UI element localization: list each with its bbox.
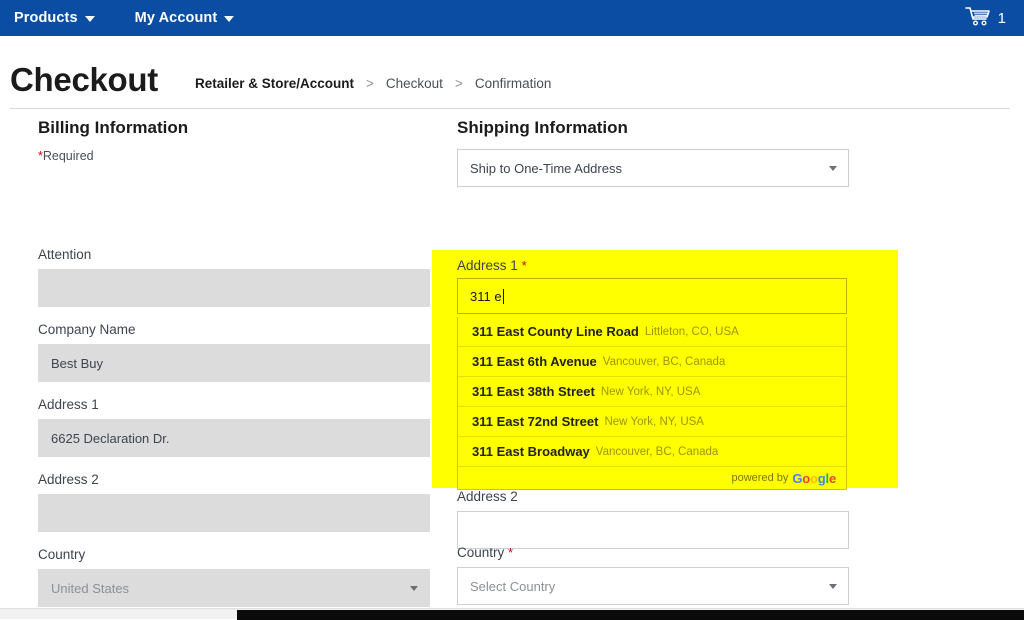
shipping-address-2-input[interactable] (457, 511, 849, 549)
suggestion-sub-text: Vancouver, BC, Canada (603, 356, 726, 368)
shipping-information-panel: Shipping Information Ship to One-Time Ad… (457, 118, 849, 149)
google-logo-letter: g (818, 471, 826, 486)
suggestion-sub-text: Littleton, CO, USA (645, 326, 739, 338)
cart-item-count: 1 (998, 11, 1006, 26)
shipping-country-label-text: Country (457, 545, 504, 560)
required-asterisk: * (522, 258, 527, 273)
suggestion-main-text: 311 East 6th Avenue (472, 354, 597, 369)
suggestion-main-text: 311 East 72nd Street (472, 414, 598, 429)
shipping-address-1-label: Address 1 * (457, 258, 527, 273)
suggestion-main-text: 311 East 38th Street (472, 384, 595, 399)
shipping-address-2-label: Address 2 (457, 489, 849, 505)
google-logo-letter: G (792, 471, 802, 486)
list-item[interactable]: 311 East Broadway Vancouver, BC, Canada (458, 437, 846, 467)
suggestion-sub-text: New York, NY, USA (604, 416, 704, 428)
google-logo-letter: e (829, 471, 836, 486)
google-logo-letter: o (802, 471, 810, 486)
google-logo: Google (792, 471, 836, 486)
billing-country-select[interactable]: United States (38, 569, 430, 607)
shipping-address-1-input[interactable]: 311 e (457, 278, 847, 314)
nav-item-products[interactable]: Products (8, 10, 101, 26)
billing-company-name-label: Company Name (38, 322, 430, 338)
header-divider (10, 108, 1010, 109)
breadcrumb-separator: > (455, 76, 463, 91)
billing-company-name-input[interactable]: Best Buy (38, 344, 430, 382)
nav-item-label: Products (14, 10, 78, 26)
nav-item-my-account[interactable]: My Account (129, 10, 241, 26)
shipping-field-country: Country * Select Country (457, 545, 849, 605)
list-item[interactable]: 311 East 72nd Street New York, NY, USA (458, 407, 846, 437)
chevron-down-icon (224, 16, 234, 22)
google-logo-letter: o (810, 471, 818, 486)
ship-to-address-value: Ship to One-Time Address (470, 161, 622, 176)
list-item[interactable]: 311 East 6th Avenue Vancouver, BC, Canad… (458, 347, 846, 377)
shopping-cart-icon (965, 6, 991, 30)
billing-field-company-name: Company Name Best Buy (38, 322, 430, 382)
required-note-label: Required (43, 149, 94, 163)
chevron-down-icon (829, 166, 837, 171)
page-header: Checkout Retailer & Store/Account > Chec… (0, 36, 1024, 110)
list-item[interactable]: 311 East 38th Street New York, NY, USA (458, 377, 846, 407)
billing-address-2-label: Address 2 (38, 472, 430, 488)
billing-information-panel: Billing Information *Required Attention … (38, 118, 430, 163)
cart-button[interactable]: 1 (965, 6, 1006, 30)
list-item[interactable]: 311 East County Line Road Littleton, CO,… (458, 317, 846, 347)
shipping-section-title: Shipping Information (457, 118, 849, 138)
ship-to-address-select[interactable]: Ship to One-Time Address (457, 149, 849, 187)
annotation-highlight: Address 1 * 311 e 311 East County Line R… (432, 250, 898, 488)
billing-field-attention: Attention (38, 247, 430, 307)
page-title: Checkout (10, 63, 158, 110)
breadcrumb-item-confirmation[interactable]: Confirmation (475, 76, 552, 91)
address-autocomplete-dropdown: 311 East County Line Road Littleton, CO,… (457, 317, 847, 490)
billing-address-2-input[interactable] (38, 494, 430, 532)
shipping-country-value: Select Country (470, 579, 555, 594)
horizontal-scrollbar[interactable] (0, 608, 1024, 619)
chevron-down-icon (829, 584, 837, 589)
billing-address-1-label: Address 1 (38, 397, 430, 413)
top-navbar: Products My Account 1 (0, 0, 1024, 36)
billing-section-title: Billing Information (38, 118, 430, 138)
suggestion-sub-text: Vancouver, BC, Canada (596, 446, 719, 458)
billing-attention-label: Attention (38, 247, 430, 263)
suggestion-main-text: 311 East County Line Road (472, 324, 639, 339)
billing-field-country: Country United States (38, 547, 430, 607)
billing-country-value: United States (51, 581, 129, 596)
powered-by-google-footer: powered by Google (458, 467, 846, 489)
shipping-address-1-value: 311 e (470, 289, 502, 304)
required-asterisk: * (508, 545, 513, 560)
billing-address-1-input[interactable]: 6625 Declaration Dr. (38, 419, 430, 457)
nav-item-label: My Account (135, 10, 218, 26)
shipping-mode-field: Ship to One-Time Address (457, 149, 849, 187)
suggestion-sub-text: New York, NY, USA (601, 386, 701, 398)
breadcrumb-separator: > (366, 76, 374, 91)
shipping-country-select[interactable]: Select Country (457, 567, 849, 605)
chevron-down-icon (85, 16, 95, 22)
billing-country-label: Country (38, 547, 430, 563)
billing-required-note: *Required (38, 149, 430, 163)
billing-field-address-2: Address 2 (38, 472, 430, 532)
breadcrumb-item-retailer-store-account[interactable]: Retailer & Store/Account (195, 76, 354, 91)
breadcrumb-item-checkout[interactable]: Checkout (386, 76, 443, 91)
chevron-down-icon (410, 586, 418, 591)
billing-attention-input[interactable] (38, 269, 430, 307)
text-cursor (503, 289, 504, 304)
suggestion-main-text: 311 East Broadway (472, 444, 590, 459)
breadcrumb: Retailer & Store/Account > Checkout > Co… (195, 76, 551, 110)
shipping-field-address-2: Address 2 (457, 489, 849, 549)
shipping-address-1-label-text: Address 1 (457, 258, 518, 273)
billing-field-address-1: Address 1 6625 Declaration Dr. (38, 397, 430, 457)
powered-by-label: powered by (732, 472, 789, 484)
shipping-country-label: Country * (457, 545, 849, 561)
